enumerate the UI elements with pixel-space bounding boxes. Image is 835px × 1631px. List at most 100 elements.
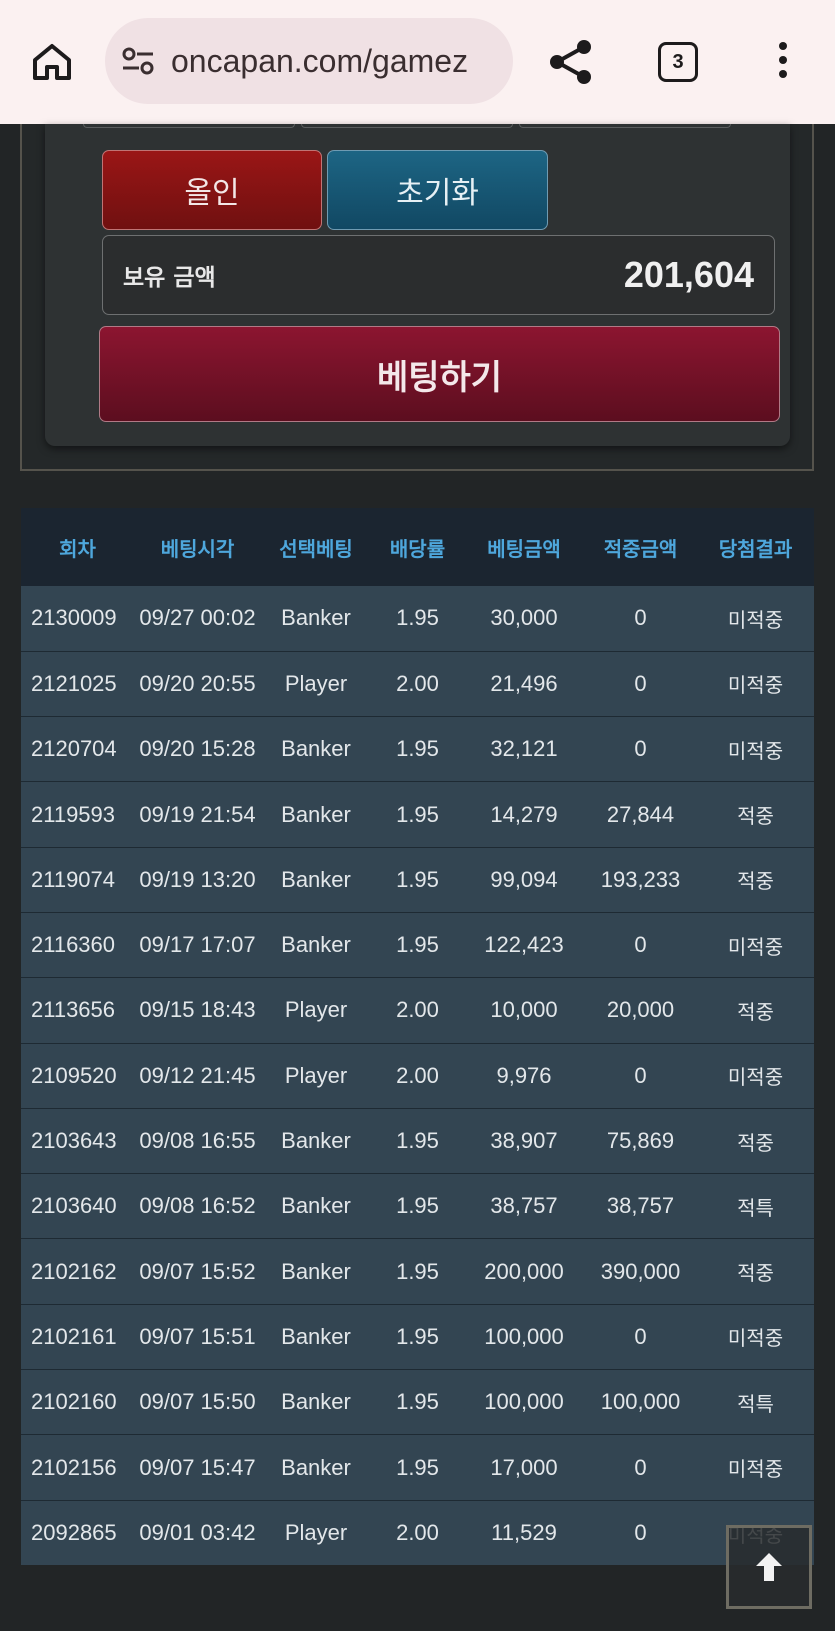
cell-pick: Player xyxy=(284,670,348,696)
cell-result: 적중 xyxy=(737,804,774,829)
cell-odds: 1.95 xyxy=(396,1454,439,1480)
scroll-to-top-button[interactable] xyxy=(726,1525,812,1609)
table-row[interactable]: 209286509/01 03:42Player2.0011,5290미적중 xyxy=(21,1500,814,1566)
table-row[interactable]: 2102160 09/07 15:50 Banker 1.95 100,000 100,0… xyxy=(21,1369,814,1435)
cell-bet-time: 09/12 21:45 xyxy=(139,1062,256,1088)
table-row[interactable]: 2119074 09/19 13:20 Banker 1.95 99,094 193,23… xyxy=(21,847,814,913)
cell-odds: 1.95 xyxy=(396,1323,439,1349)
more-vert-icon[interactable] xyxy=(770,42,796,82)
cell-pick: Banker xyxy=(281,866,351,892)
bet-panel: 올인 초기화 보유 금액 201,604 베팅하기 xyxy=(20,124,814,471)
tab-switcher-icon[interactable]: 3 xyxy=(658,42,698,82)
cell-bet-time: 09/20 20:55 xyxy=(139,670,256,696)
cell-pick: Banker xyxy=(281,605,351,631)
table-row[interactable]: 2130009 09/27 00:02 Banker 1.95 30,000 0 미적중 xyxy=(21,586,814,652)
cell-win-amount: 0 xyxy=(634,736,647,762)
cell-odds: 1.95 xyxy=(396,1128,439,1154)
table-row[interactable]: 2109520 09/12 21:45 Player 2.00 9,976 0 미적중 xyxy=(21,1043,814,1109)
cell-bet-amount: 100,000 xyxy=(484,1323,564,1349)
arrow-up-icon xyxy=(756,1553,782,1581)
cell-win-amount: 0 xyxy=(634,670,647,696)
table-row[interactable]: 2102161 09/07 15:51 Banker 1.95 100,000 0 미적중 xyxy=(21,1304,814,1370)
table-row[interactable]: 2103643 09/08 16:55 Banker 1.95 38,907 75,869… xyxy=(21,1108,814,1174)
cell-win-amount: 0 xyxy=(634,1520,647,1546)
header-bet-time[interactable]: 베팅시각 xyxy=(134,508,261,586)
table-row[interactable]: 2102156 09/07 15:47 Banker 1.95 17,000 0 미적중 xyxy=(21,1434,814,1501)
cell-win-amount: 0 xyxy=(634,1454,647,1480)
header-round[interactable]: 회차 xyxy=(21,508,134,586)
cell-round: 2109520 xyxy=(31,1062,117,1088)
cell-win-amount: 0 xyxy=(634,932,647,958)
cell-round: 2119593 xyxy=(31,801,116,827)
cell-round: 2116360 xyxy=(31,932,116,958)
place-bet-button[interactable]: 베팅하기 xyxy=(99,326,780,422)
cell-result: 미적중 xyxy=(727,1065,784,1090)
cell-round: 2119074 xyxy=(31,866,116,892)
header-win-amount[interactable]: 적중금액 xyxy=(584,508,697,586)
cell-win-amount: 193,233 xyxy=(600,866,681,892)
table-row[interactable]: 2121025 09/20 20:55 Player 2.00 21,496 0 미적중 xyxy=(21,651,814,717)
cell-pick: Player xyxy=(284,1520,348,1546)
cell-pick: Player xyxy=(284,1062,348,1088)
header-result[interactable]: 당첨결과 xyxy=(697,508,814,586)
cell-result: 미적중 xyxy=(727,1326,784,1351)
table-row[interactable]: 2116360 09/17 17:07 Banker 1.95 122,423 0 미적중 xyxy=(21,912,814,978)
cell-bet-time: 09/07 15:52 xyxy=(139,1258,256,1284)
cell-result: 미적중 xyxy=(727,934,784,959)
reset-button[interactable]: 초기화 xyxy=(327,150,548,230)
cell-win-amount: 0 xyxy=(634,1062,647,1088)
cell-round: 2102160 xyxy=(31,1389,117,1415)
cell-round: 2102156 xyxy=(31,1454,117,1480)
bet-chip-slot[interactable] xyxy=(83,124,295,128)
address-bar[interactable]: oncapan.com/gamez xyxy=(105,18,513,104)
tab-count: 3 xyxy=(672,50,684,73)
cell-result: 적중 xyxy=(737,1130,774,1155)
tune-icon[interactable] xyxy=(121,46,155,76)
home-icon[interactable] xyxy=(30,40,74,84)
table-row[interactable]: 2120704 09/20 15:28 Banker 1.95 32,121 0 미적중 xyxy=(21,716,814,782)
cell-round: 2113656 xyxy=(31,997,116,1023)
all-in-button[interactable]: 올인 xyxy=(102,150,322,230)
table-row[interactable]: 2113656 09/15 18:43 Player 2.00 10,000 20,000… xyxy=(21,977,814,1044)
table-row[interactable]: 2119593 09/19 21:54 Banker 1.95 14,279 27,844… xyxy=(21,781,814,848)
cell-win-amount: 20,000 xyxy=(606,997,675,1023)
balance-value: 201,604 xyxy=(623,254,754,295)
cell-bet-amount: 100,000 xyxy=(484,1389,564,1415)
reset-label: 초기화 xyxy=(396,176,479,211)
cell-pick: Banker xyxy=(281,1454,351,1480)
header-pick[interactable]: 선택베팅 xyxy=(261,508,371,586)
table-header-row: 회차 베팅시각 선택베팅 배당률 베팅금액 적중금액 당첨결과 xyxy=(21,508,814,586)
cell-odds: 1.95 xyxy=(396,1389,439,1415)
balance-display: 보유 금액 201,604 xyxy=(102,235,775,315)
table-row[interactable]: 2103640 09/08 16:52 Banker 1.95 38,757 38,757… xyxy=(21,1173,814,1239)
table-row[interactable]: 2102162 09/07 15:52 Banker 1.95 200,000 390,0… xyxy=(21,1238,814,1305)
cell-pick: Banker xyxy=(281,1323,351,1349)
header-odds[interactable]: 배당률 xyxy=(371,508,464,586)
url-text[interactable]: oncapan.com/gamez xyxy=(171,43,468,80)
cell-result: 미적중 xyxy=(727,607,784,632)
cell-pick: Banker xyxy=(281,1258,351,1284)
bet-chip-slot[interactable] xyxy=(301,124,513,128)
cell-bet-amount: 11,529 xyxy=(491,1520,557,1546)
cell-result: 적중 xyxy=(737,999,774,1024)
cell-bet-time: 09/08 16:55 xyxy=(139,1128,256,1154)
cell-pick: Banker xyxy=(281,1193,351,1219)
cell-bet-amount: 21,496 xyxy=(490,670,558,696)
cell-round: 2130009 xyxy=(31,605,117,631)
cell-odds: 1.95 xyxy=(396,1258,439,1284)
header-bet-amount[interactable]: 베팅금액 xyxy=(464,508,584,586)
cell-odds: 2.00 xyxy=(396,1062,439,1088)
cell-bet-amount: 14,279 xyxy=(490,801,558,827)
bet-chip-slot[interactable] xyxy=(519,124,731,128)
cell-win-amount: 27,844 xyxy=(606,801,675,827)
cell-result: 적특 xyxy=(737,1391,774,1416)
cell-pick: Player xyxy=(284,997,348,1023)
cell-bet-time: 09/15 18:43 xyxy=(139,997,256,1023)
cell-bet-time: 09/07 15:51 xyxy=(139,1323,256,1349)
cell-bet-amount: 38,757 xyxy=(490,1193,558,1219)
balance-label: 보유 금액 xyxy=(123,265,216,291)
cell-odds: 1.95 xyxy=(396,736,439,762)
cell-round: 2102161 xyxy=(31,1323,117,1349)
all-in-label: 올인 xyxy=(184,176,240,211)
share-icon[interactable] xyxy=(548,38,594,86)
